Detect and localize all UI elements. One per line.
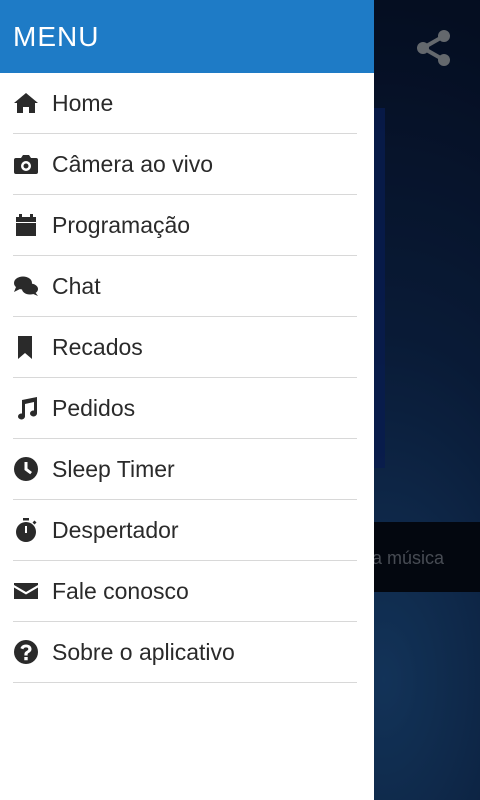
menu-item-sleep-timer[interactable]: Sleep Timer <box>13 439 357 500</box>
menu-label: Home <box>52 89 114 116</box>
menu-item-home[interactable]: Home <box>13 73 357 134</box>
menu-item-sobre[interactable]: Sobre o aplicativo <box>13 622 357 683</box>
drawer-title: MENU <box>13 20 100 52</box>
stopwatch-icon <box>13 517 39 543</box>
menu-label: Programação <box>52 211 191 238</box>
menu-label: Câmera ao vivo <box>52 150 214 177</box>
clock-icon <box>13 456 39 482</box>
menu-item-fale-conosco[interactable]: Fale conosco <box>13 561 357 622</box>
camera-icon <box>13 151 39 177</box>
menu-label: Chat <box>52 272 101 299</box>
menu-label: Sleep Timer <box>52 455 175 482</box>
question-circle-icon <box>13 639 39 665</box>
music-icon <box>13 395 39 421</box>
menu-label: Sobre o aplicativo <box>52 638 235 665</box>
menu-item-recados[interactable]: Recados <box>13 317 357 378</box>
home-icon <box>13 90 39 116</box>
chat-icon <box>13 273 39 299</box>
menu-list: Home Câmera ao vivo Programação Chat Rec… <box>0 73 374 683</box>
bookmark-icon <box>13 334 39 360</box>
menu-item-pedidos[interactable]: Pedidos <box>13 378 357 439</box>
menu-item-despertador[interactable]: Despertador <box>13 500 357 561</box>
calendar-icon <box>13 212 39 238</box>
menu-label: Pedidos <box>52 394 136 421</box>
menu-item-camera[interactable]: Câmera ao vivo <box>13 134 357 195</box>
menu-label: Fale conosco <box>52 577 189 604</box>
envelope-icon <box>13 578 39 604</box>
menu-label: Recados <box>52 333 143 360</box>
menu-label: Despertador <box>52 516 179 543</box>
menu-item-chat[interactable]: Chat <box>13 256 357 317</box>
drawer-header: MENU <box>0 0 374 73</box>
navigation-drawer: MENU Home Câmera ao vivo Programação Cha… <box>0 0 374 800</box>
menu-item-programacao[interactable]: Programação <box>13 195 357 256</box>
